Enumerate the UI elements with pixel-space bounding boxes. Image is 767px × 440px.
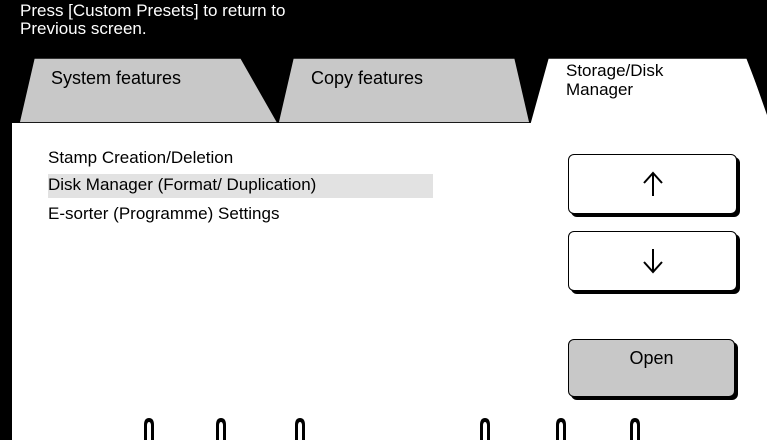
screen: Press [Custom Presets] to return to Prev… [0,0,767,440]
binding-pin-icon [216,418,226,440]
tab-system-features[interactable]: System features [51,69,181,88]
tab-copy-features[interactable]: Copy features [311,69,423,88]
binding-pin-icon [295,418,305,440]
list-item-disk-manager[interactable]: Disk Manager (Format/ Duplication) [48,174,433,198]
arrow-down-icon [642,249,663,274]
storage-disk-manager-panel: Stamp Creation/Deletion Disk Manager (Fo… [12,123,767,440]
scroll-down-button[interactable] [568,231,737,291]
open-button[interactable]: Open [568,339,735,397]
tab-storage-label-line-1: Storage/Disk [566,61,664,80]
tab-storage-label-line-2: Manager [566,80,634,99]
binding-pin-icon [556,418,566,440]
binding-pin-icon [480,418,490,440]
binding-pin-icon [630,418,640,440]
scroll-up-button[interactable] [568,154,737,214]
tab-storage-disk-manager[interactable]: Storage/Disk Manager [566,61,726,99]
list-item-e-sorter-settings[interactable]: E-sorter (Programme) Settings [48,203,279,227]
list-item-stamp-creation[interactable]: Stamp Creation/Deletion [48,147,233,171]
binding-pin-icon [144,418,154,440]
arrow-up-icon [642,171,663,196]
